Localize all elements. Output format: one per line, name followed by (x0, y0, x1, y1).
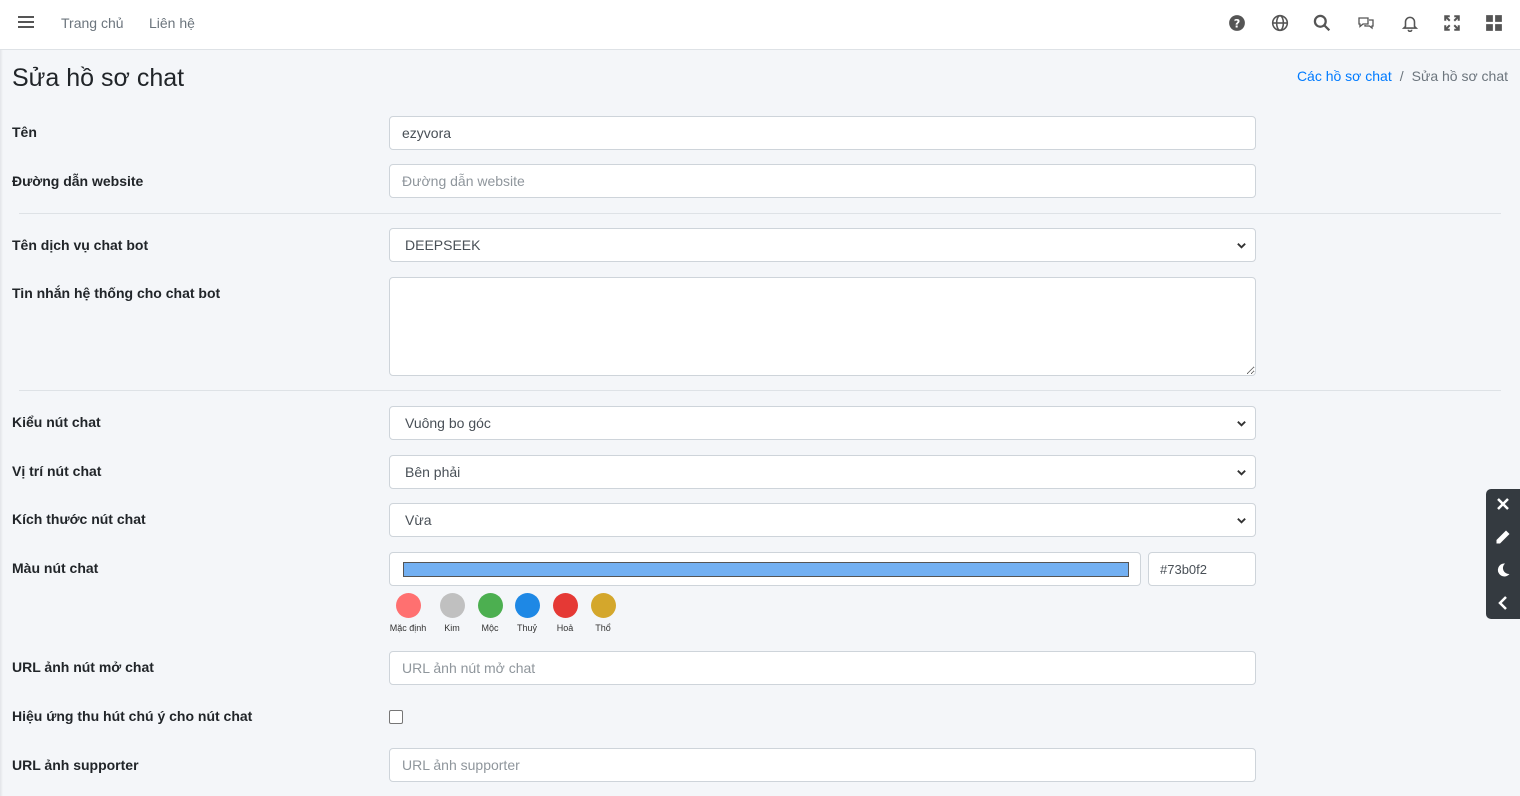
color-preset-swatch[interactable]: Mộc (471, 593, 509, 633)
website-label: Đường dẫn website (12, 173, 144, 189)
color-preset-label: Mộc (481, 623, 499, 633)
chevron-down-icon (1237, 470, 1246, 476)
pencil-icon[interactable] (1495, 529, 1511, 545)
top-navbar: Trang chủ Liên hệ ? (0, 0, 1520, 50)
button-position-label: Vị trí nút chat (12, 463, 102, 479)
button-color-label: Màu nút chat (12, 560, 99, 576)
supporter-image-input[interactable] (389, 748, 1256, 782)
chevron-left-icon[interactable] (1495, 595, 1511, 611)
close-icon[interactable] (1495, 496, 1511, 512)
bell-icon[interactable] (1401, 14, 1419, 33)
color-preset-dot (395, 593, 421, 618)
breadcrumb-current: Sửa hồ sơ chat (1411, 68, 1508, 84)
button-size-select[interactable]: Vừa (389, 503, 1256, 537)
name-label: Tên (12, 124, 37, 140)
chevron-down-icon (1237, 518, 1246, 524)
supporter-image-label: URL ảnh supporter (12, 757, 139, 773)
color-preset-swatch[interactable]: Thổ (584, 593, 622, 633)
nav-link-home[interactable]: Trang chủ (61, 15, 124, 31)
color-preset-swatch[interactable]: Hoả (546, 593, 584, 633)
nav-link-contact[interactable]: Liên hệ (149, 15, 195, 31)
chatbot-service-select[interactable]: DEEPSEEK (389, 228, 1256, 262)
color-preview-bar (403, 562, 1129, 577)
svg-text:?: ? (1234, 18, 1241, 31)
open-button-image-label: URL ảnh nút mở chat (12, 659, 154, 675)
button-style-selected: Vuông bo góc (405, 415, 491, 431)
color-preset-label: Thổ (595, 623, 611, 633)
button-style-select[interactable]: Vuông bo góc (389, 406, 1256, 440)
color-preset-swatch[interactable]: Kim (433, 593, 471, 633)
moon-icon[interactable] (1495, 562, 1511, 578)
color-preset-label: Thuỷ (516, 623, 537, 633)
attention-effect-label: Hiệu ứng thu hút chú ý cho nút chat (12, 708, 253, 724)
chevron-down-icon (1237, 243, 1246, 249)
color-preset-dot (552, 593, 578, 618)
globe-icon[interactable] (1271, 14, 1289, 32)
system-message-textarea[interactable] (389, 277, 1256, 376)
color-preset-dot (439, 593, 465, 618)
menu-toggle-icon[interactable] (18, 16, 34, 30)
page-title: Sửa hồ sơ chat (12, 64, 185, 92)
color-preset-dot (514, 593, 540, 618)
breadcrumb: Các hồ sơ chat / Sửa hồ sơ chat (1297, 68, 1508, 84)
button-position-select[interactable]: Bên phải (389, 455, 1256, 489)
button-style-label: Kiểu nút chat (12, 414, 101, 430)
section-divider (19, 213, 1501, 214)
color-preset-label: Kim (444, 623, 460, 633)
button-size-label: Kích thước nút chat (12, 511, 146, 527)
open-button-image-input[interactable] (389, 651, 1256, 685)
color-preset-label: Hoả (556, 623, 574, 633)
breadcrumb-link-profiles[interactable]: Các hồ sơ chat (1297, 68, 1392, 84)
color-preset-swatch[interactable]: Mặc định (389, 593, 427, 633)
attention-effect-checkbox[interactable] (389, 710, 403, 724)
color-preset-dot (590, 593, 616, 618)
floating-toolbar (1486, 489, 1520, 619)
website-input[interactable] (389, 164, 1256, 198)
color-picker[interactable] (389, 552, 1141, 586)
name-input[interactable] (389, 116, 1256, 150)
grid-icon[interactable] (1485, 14, 1503, 32)
color-preset-swatch[interactable]: Thuỷ (508, 593, 546, 633)
button-size-selected: Vừa (405, 512, 432, 528)
search-icon[interactable] (1313, 14, 1331, 32)
section-divider (19, 390, 1501, 391)
color-preset-dot (477, 593, 503, 618)
system-message-label: Tin nhắn hệ thống cho chat bot (12, 285, 221, 301)
color-preset-label: Mặc định (389, 623, 427, 633)
breadcrumb-separator: / (1399, 68, 1404, 84)
button-position-selected: Bên phải (405, 464, 461, 480)
help-icon[interactable]: ? (1228, 14, 1246, 32)
color-hex-input[interactable] (1148, 552, 1256, 586)
page-edge-shadow (0, 50, 3, 796)
chat-icon[interactable] (1357, 14, 1375, 32)
chevron-down-icon (1237, 421, 1246, 427)
chatbot-service-label: Tên dịch vụ chat bot (12, 237, 149, 253)
fullscreen-icon[interactable] (1443, 14, 1461, 32)
chatbot-service-selected: DEEPSEEK (405, 237, 481, 253)
